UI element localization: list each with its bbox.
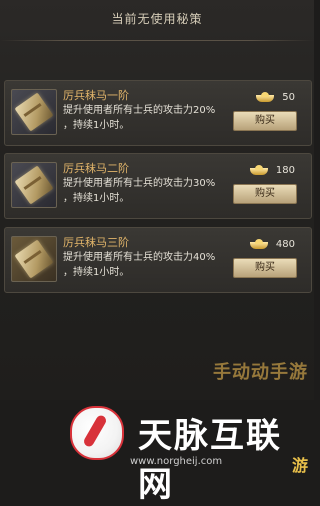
price: 50 xyxy=(256,89,295,105)
policy-desc-line-2: ，持续1小时。 xyxy=(63,193,130,204)
policy-desc-line-2: ，持续1小时。 xyxy=(63,120,130,131)
policy-card-2: 厉兵秣马二阶 提升使用者所有士兵的攻击力30% ，持续1小时。 180 购买 xyxy=(4,153,312,219)
price-value: 180 xyxy=(275,164,295,176)
scroll-icon xyxy=(11,236,57,282)
policy-card-3: 厉兵秣马三阶 提升使用者所有士兵的攻击力40% ，持续1小时。 480 购买 xyxy=(4,227,312,293)
policy-name: 厉兵秣马二阶 xyxy=(63,162,129,175)
watermark-bottom-text: 游 xyxy=(291,456,308,475)
policy-name: 厉兵秣马三阶 xyxy=(63,236,129,249)
price: 480 xyxy=(249,236,295,252)
gold-ingot-icon xyxy=(256,92,275,102)
price-value: 480 xyxy=(275,238,295,250)
policy-description: 提升使用者所有士兵的攻击力30% ，持续1小时。 xyxy=(63,176,243,206)
title-divider xyxy=(0,40,314,41)
policy-desc-line-1: 提升使用者所有士兵的攻击力20% xyxy=(63,105,216,116)
scroll-icon xyxy=(11,89,57,135)
policy-description: 提升使用者所有士兵的攻击力20% ，持续1小时。 xyxy=(63,103,243,133)
buy-button[interactable]: 购买 xyxy=(233,111,297,131)
secret-policy-panel: 当前无使用秘策 厉兵秣马一阶 提升使用者所有士兵的攻击力20% ，持续1小时。 … xyxy=(0,0,314,400)
gold-ingot-icon xyxy=(249,165,268,175)
policy-desc-line-2: ，持续1小时。 xyxy=(63,267,130,278)
watermark: 天脉互联网 www.norgheij.com xyxy=(60,398,314,505)
policy-name: 厉兵秣马一阶 xyxy=(63,89,129,102)
buy-button[interactable]: 购买 xyxy=(233,184,297,204)
policy-card-1: 厉兵秣马一阶 提升使用者所有士兵的攻击力20% ，持续1小时。 50 购买 xyxy=(4,80,312,146)
price-value: 50 xyxy=(282,91,295,103)
buy-button[interactable]: 购买 xyxy=(233,258,297,278)
brand-logo-icon xyxy=(70,406,124,460)
scroll-icon xyxy=(11,162,57,208)
watermark-url: www.norgheij.com xyxy=(130,456,223,467)
panel-title: 当前无使用秘策 xyxy=(111,12,203,26)
policy-desc-line-1: 提升使用者所有士兵的攻击力40% xyxy=(63,252,216,263)
price: 180 xyxy=(249,162,295,178)
gold-ingot-icon xyxy=(249,239,268,249)
policy-desc-line-1: 提升使用者所有士兵的攻击力30% xyxy=(63,178,216,189)
policy-description: 提升使用者所有士兵的攻击力40% ，持续1小时。 xyxy=(63,250,243,280)
watermark-side-text: 手动动手游 xyxy=(213,362,308,383)
